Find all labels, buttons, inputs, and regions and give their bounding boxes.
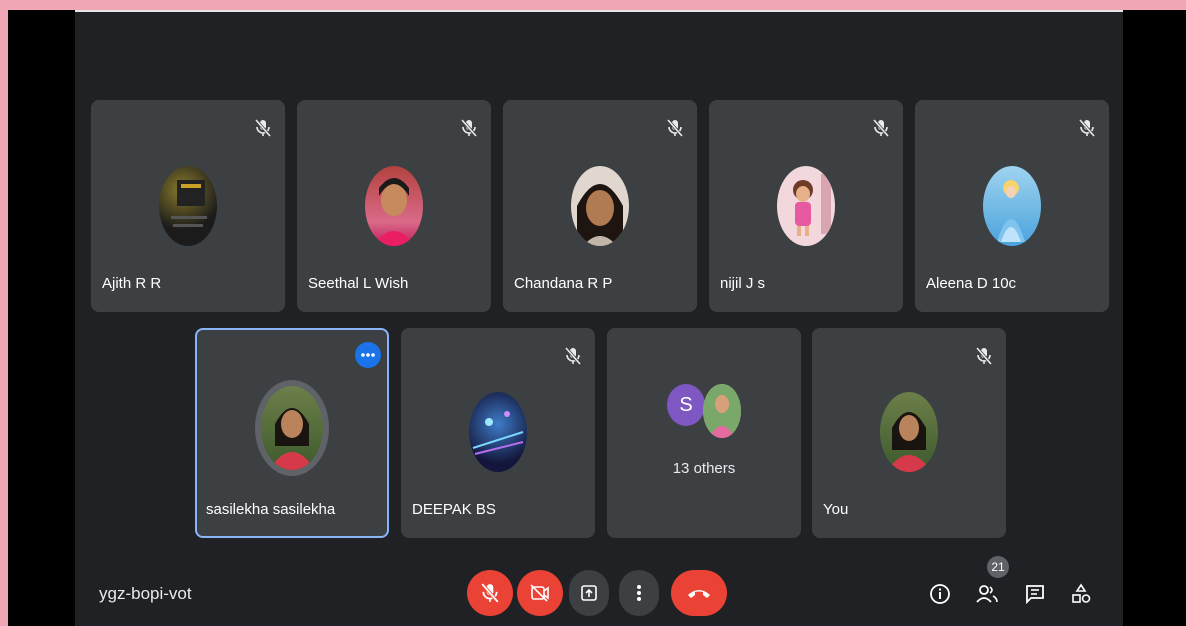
others-tile[interactable]: S 13 others: [607, 328, 801, 538]
participant-tile[interactable]: DEEPAK BS: [401, 328, 595, 538]
letterbox-right: [1123, 10, 1186, 626]
activities-icon: [1072, 583, 1091, 603]
people-icon: [976, 585, 998, 603]
camera-off-icon: [530, 584, 549, 602]
mic-off-icon: [251, 116, 275, 140]
participant-name: DEEPAK BS: [412, 501, 496, 518]
participant-name: sasilekha sasilekha: [206, 501, 336, 518]
more-options-button[interactable]: [619, 570, 659, 616]
avatar: [365, 166, 423, 246]
mic-off-icon: [663, 116, 687, 140]
avatar: [880, 392, 938, 472]
mic-off-icon: [457, 116, 481, 140]
chat-button[interactable]: [1021, 580, 1049, 608]
participant-tile[interactable]: Ajith R R: [91, 100, 285, 312]
participant-count-badge: 21: [987, 556, 1009, 578]
mic-off-icon: [869, 116, 893, 140]
participant-name: Ajith R R: [102, 275, 162, 292]
avatar: [571, 166, 629, 246]
more-options-icon[interactable]: [355, 342, 381, 368]
participant-name: Chandana R P: [514, 275, 613, 292]
participant-tile[interactable]: Aleena D 10c: [915, 100, 1109, 312]
participant-tile[interactable]: nijil J s: [709, 100, 903, 312]
mic-off-icon: [972, 344, 996, 368]
participant-tile-self[interactable]: You: [812, 328, 1006, 538]
camera-toggle-button[interactable]: [517, 570, 563, 616]
participant-tile[interactable]: Chandana R P: [503, 100, 697, 312]
more-vert-icon: [637, 585, 641, 601]
avatar: [983, 166, 1041, 246]
page-frame-left: [0, 0, 8, 626]
participant-name: You: [823, 501, 849, 518]
meeting-info-button[interactable]: [926, 580, 954, 608]
others-count: 13 others: [672, 460, 736, 477]
page-frame-top: [0, 0, 1186, 10]
leave-call-icon: [688, 590, 710, 598]
avatar: [159, 166, 217, 246]
meet-window: Ajith R R Seethal L Wish Chandana R P ni…: [75, 10, 1123, 626]
participant-name: Aleena D 10c: [926, 275, 1017, 292]
others-avatar-photo: [703, 384, 741, 438]
participant-name: Seethal L Wish: [308, 275, 409, 292]
mic-toggle-button[interactable]: [467, 570, 513, 616]
people-button[interactable]: [973, 580, 1001, 608]
meeting-code: ygz-bopi-vot: [99, 584, 192, 603]
window-top-line: [75, 10, 1123, 12]
mic-off-icon: [561, 344, 585, 368]
participant-tile-speaking[interactable]: sasilekha sasilekha: [195, 328, 389, 538]
avatar: [777, 166, 835, 246]
present-button[interactable]: [569, 570, 609, 616]
letterbox-left: [8, 10, 75, 626]
present-icon: [581, 585, 597, 601]
others-avatar-initial: S: [667, 384, 705, 426]
participant-name: nijil J s: [720, 275, 766, 292]
info-icon: [930, 584, 950, 604]
participant-tile[interactable]: Seethal L Wish: [297, 100, 491, 312]
activities-button[interactable]: [1067, 580, 1095, 608]
leave-call-button[interactable]: [671, 570, 727, 616]
mic-off-icon: [481, 583, 499, 603]
avatar: [255, 380, 329, 476]
mic-off-icon: [1075, 116, 1099, 140]
avatar: [469, 392, 527, 472]
chat-icon: [1026, 585, 1044, 605]
